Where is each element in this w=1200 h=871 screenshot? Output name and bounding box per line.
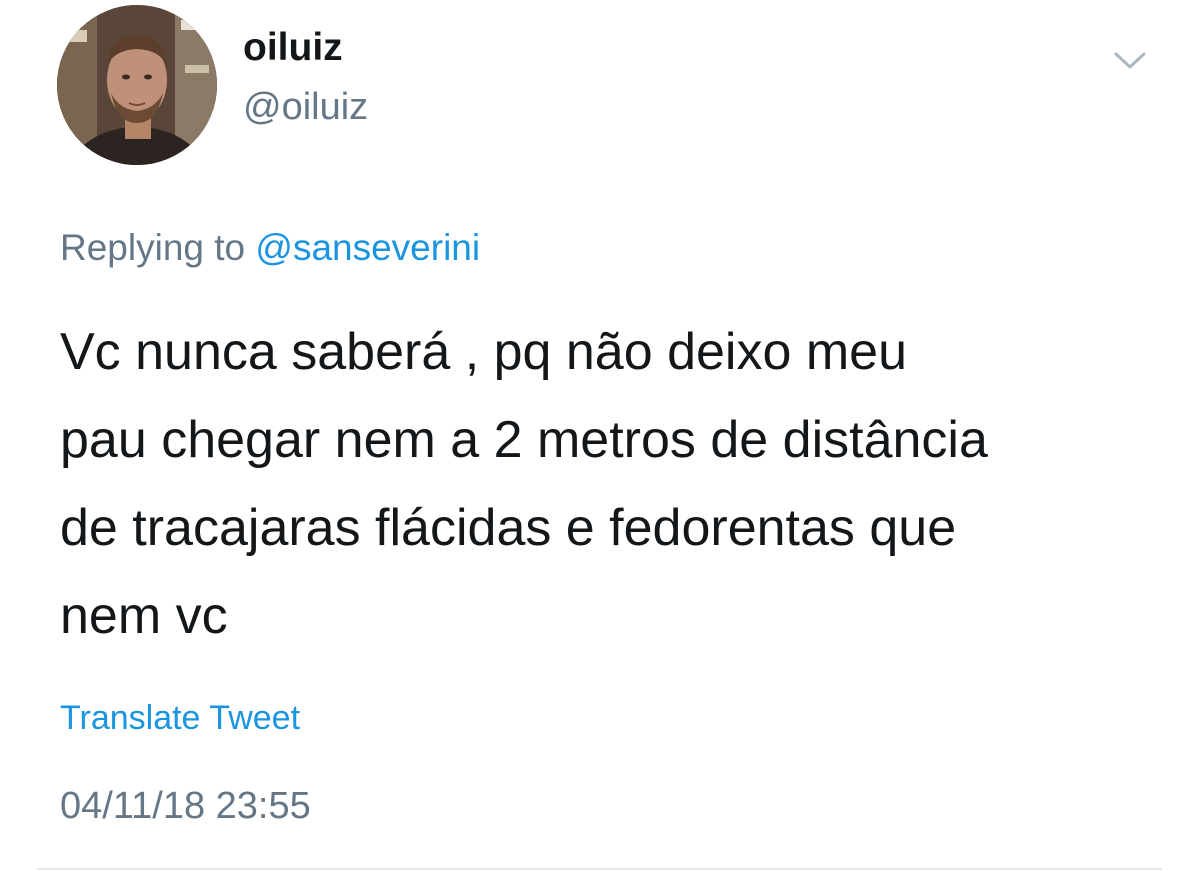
tweet-text-line: Vc nunca saberá , pq não deixo meu: [60, 323, 908, 381]
tweet: oiluiz @oiluiz Replying to @sanseverini …: [0, 0, 1200, 871]
tweet-text: Vc nunca saberá , pq não deixo meu pau c…: [60, 308, 1170, 660]
tweet-timestamp: 04/11/18 23:55: [60, 785, 311, 827]
tweet-text-line: pau chegar nem a 2 metros de distância: [60, 411, 988, 469]
user-handle[interactable]: @oiluiz: [243, 86, 368, 129]
reply-mention-link[interactable]: @sanseverini: [255, 227, 480, 268]
reply-context-prefix: Replying to: [60, 227, 256, 268]
tweet-text-line: de tracajaras flácidas e fedorentas que: [60, 499, 957, 557]
reply-context: Replying to @sanseverini: [60, 227, 480, 269]
profile-photo: [57, 5, 217, 165]
chevron-down-icon[interactable]: [1110, 40, 1150, 80]
display-name[interactable]: oiluiz: [243, 26, 343, 70]
tweet-text-line: nem vc: [60, 587, 228, 645]
translate-tweet-link[interactable]: Translate Tweet: [60, 699, 300, 738]
divider: [37, 868, 1162, 870]
avatar[interactable]: [57, 5, 217, 165]
